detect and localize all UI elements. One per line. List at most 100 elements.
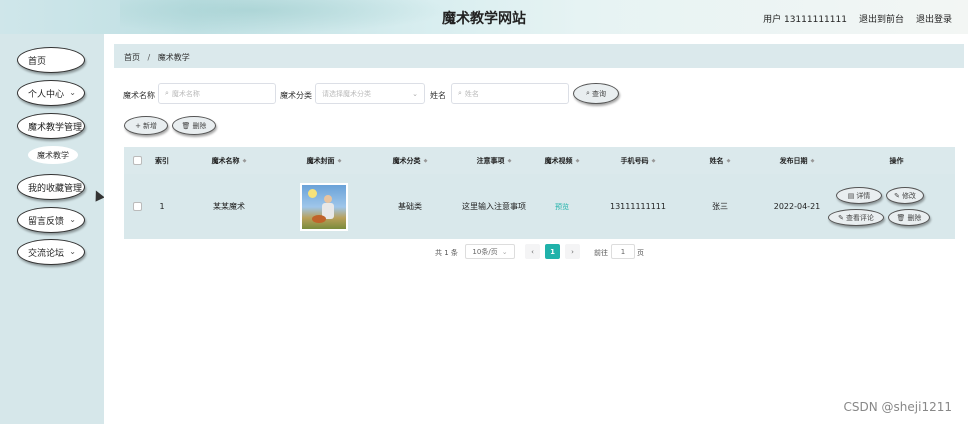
sidebar-item-feedback[interactable]: 留言反馈 ⌄ — [17, 207, 85, 233]
sort-icon: ◆ — [810, 157, 815, 164]
sidebar-item-label: 魔术教学 — [37, 150, 69, 160]
user-label: 用户 13111111111 — [763, 15, 847, 25]
data-table: 索引 魔术名称 ◆ 魔术封面 ◆ 魔术分类 ◆ 注意事项 ◆ 魔术视频 ◆ 手机号码 ◆ — [124, 147, 955, 239]
sidebar-item-label: 魔术教学管理 — [28, 122, 83, 133]
page-size-label: 10条/页 — [472, 247, 498, 256]
logout-link[interactable]: 退出登录 — [916, 12, 952, 25]
column-header-label: 魔术名称 — [211, 156, 240, 165]
query-button-label: 查询 — [591, 89, 606, 98]
column-header-label: 魔术视频 — [544, 156, 573, 165]
add-button-label: 新增 — [142, 121, 157, 130]
view-comments-button[interactable]: ✎ 查看评论 — [828, 209, 884, 226]
sort-icon: ◆ — [575, 157, 580, 164]
sidebar-subitem-magic-teaching[interactable]: 魔术教学 — [28, 146, 78, 164]
author-label: 姓名 — [430, 91, 446, 100]
column-header[interactable]: 发布日期 ◆ — [756, 147, 838, 174]
magic-name-placeholder: 魔术名称 — [171, 89, 200, 98]
view-comments-button-label: 查看评论 — [845, 213, 874, 222]
row-checkbox[interactable] — [132, 202, 142, 211]
chevron-left-icon: ‹ — [531, 247, 534, 256]
search-icon: ⌕ — [586, 89, 590, 97]
column-header[interactable]: 魔术分类 ◆ — [364, 147, 456, 174]
total-count: 共 1 条 — [435, 249, 458, 257]
sort-icon: ◆ — [507, 157, 512, 164]
select-all-cell — [124, 147, 150, 174]
top-header: 魔术教学网站 用户 13111111111 退出到前台 退出登录 — [0, 0, 968, 34]
breadcrumb-separator: / — [147, 53, 151, 62]
edit-button[interactable]: ✎ 修改 — [886, 187, 924, 204]
sidebar-item-favorites-manage[interactable]: 我的收藏管理 — [17, 174, 85, 200]
watermark: CSDN @sheji1211 — [843, 400, 952, 414]
author-placeholder: 姓名 — [464, 89, 479, 98]
breadcrumb-home[interactable]: 首页 — [124, 53, 140, 62]
breadcrumb-current: 魔术教学 — [157, 53, 190, 62]
document-icon: ▤ — [847, 191, 855, 200]
main-content: 首页 / 魔术教学 魔术名称 ⌕ 魔术名称 魔术分类 请选择魔术分类 ⌄ 姓名 … — [104, 34, 968, 424]
next-page-button[interactable]: › — [565, 244, 580, 259]
page-size-select[interactable]: 10条/页 ⌄ — [465, 244, 515, 259]
cell-name: 某某魔术 — [213, 202, 245, 211]
select-all-checkbox[interactable] — [132, 156, 142, 165]
column-header[interactable]: 姓名 ◆ — [684, 147, 756, 174]
chevron-down-icon: ⌄ — [69, 247, 76, 256]
sidebar-item-magic-teaching-manage[interactable]: 魔术教学管理 — [17, 113, 85, 139]
back-to-frontend-link[interactable]: 退出到前台 — [859, 12, 904, 25]
column-header[interactable]: 注意事项 ◆ — [456, 147, 532, 174]
page-number-current[interactable]: 1 — [545, 244, 560, 259]
sidebar-item-label: 交流论坛 — [28, 248, 65, 259]
add-button[interactable]: + 新增 — [124, 116, 168, 135]
cell-notes: 这里输入注意事项 — [462, 202, 526, 211]
sidebar-item-home[interactable]: 首页 — [17, 47, 85, 73]
trash-icon: 🗑 — [896, 213, 906, 222]
video-preview-link[interactable]: 预览 — [532, 174, 592, 239]
chevron-down-icon: ⌄ — [412, 89, 418, 98]
column-header: 操作 — [889, 156, 904, 165]
column-header-label: 姓名 — [709, 156, 724, 165]
sort-icon: ◆ — [337, 157, 342, 164]
search-icon: ⌕ — [458, 89, 462, 97]
row-delete-button[interactable]: 🗑 删除 — [888, 209, 930, 226]
search-icon: ⌕ — [165, 89, 169, 97]
sidebar-item-label: 首页 — [28, 56, 47, 67]
sidebar-item-forum[interactable]: 交流论坛 ⌄ — [17, 239, 85, 265]
column-header[interactable]: 魔术视频 ◆ — [532, 147, 592, 174]
column-header-label: 魔术分类 — [392, 156, 421, 165]
header-user-area: 用户 13111111111 退出到前台 退出登录 — [763, 12, 952, 25]
author-input[interactable]: ⌕ 姓名 — [451, 83, 569, 104]
category-placeholder: 请选择魔术分类 — [322, 89, 371, 98]
detail-button[interactable]: ▤ 详情 — [836, 187, 882, 204]
magic-name-input[interactable]: ⌕ 魔术名称 — [158, 83, 276, 104]
prev-page-button[interactable]: ‹ — [525, 244, 540, 259]
cell-date: 2022-04-21 — [773, 202, 821, 211]
sidebar-item-personal-center[interactable]: 个人中心 ⌄ — [17, 80, 85, 106]
delete-button-label: 删除 — [192, 121, 207, 130]
column-header-label: 手机号码 — [620, 156, 649, 165]
column-header-label: 注意事项 — [476, 156, 505, 165]
column-header: 索引 — [155, 156, 169, 165]
goto-page-input[interactable]: 1 — [611, 244, 635, 259]
cell-index: 1 — [159, 202, 165, 211]
column-header[interactable]: 魔术封面 ◆ — [284, 147, 364, 174]
sidebar: 首页 个人中心 ⌄ 魔术教学管理 魔术教学 我的收藏管理 留言反馈 ⌄ 交流论坛… — [0, 34, 104, 424]
sort-icon: ◆ — [651, 157, 656, 164]
cell-cover — [284, 174, 364, 239]
row-delete-button-label: 删除 — [907, 213, 922, 222]
column-header[interactable]: 手机号码 ◆ — [592, 147, 684, 174]
column-header-label: 发布日期 — [779, 156, 808, 165]
detail-button-label: 详情 — [856, 191, 871, 200]
plus-icon: + — [135, 121, 141, 130]
table-row: 1 某某魔术 基础类 这里输入注意事项 预览 13111111111 张三 20… — [124, 174, 955, 239]
cell-author: 张三 — [712, 202, 728, 211]
name-label: 魔术名称 — [123, 91, 155, 100]
category-select[interactable]: 请选择魔术分类 ⌄ — [315, 83, 425, 104]
cover-image[interactable] — [300, 182, 348, 231]
goto-label: 前往 — [594, 249, 608, 257]
column-header[interactable]: 魔术名称 ◆ — [174, 147, 284, 174]
page-unit-label: 页 — [637, 249, 644, 257]
delete-button[interactable]: 🗑 删除 — [172, 116, 216, 135]
trash-icon: 🗑 — [181, 121, 191, 130]
query-button[interactable]: ⌕ 查询 — [573, 83, 619, 104]
cell-phone: 13111111111 — [610, 202, 666, 211]
sort-icon: ◆ — [242, 157, 247, 164]
category-label: 魔术分类 — [280, 91, 312, 100]
